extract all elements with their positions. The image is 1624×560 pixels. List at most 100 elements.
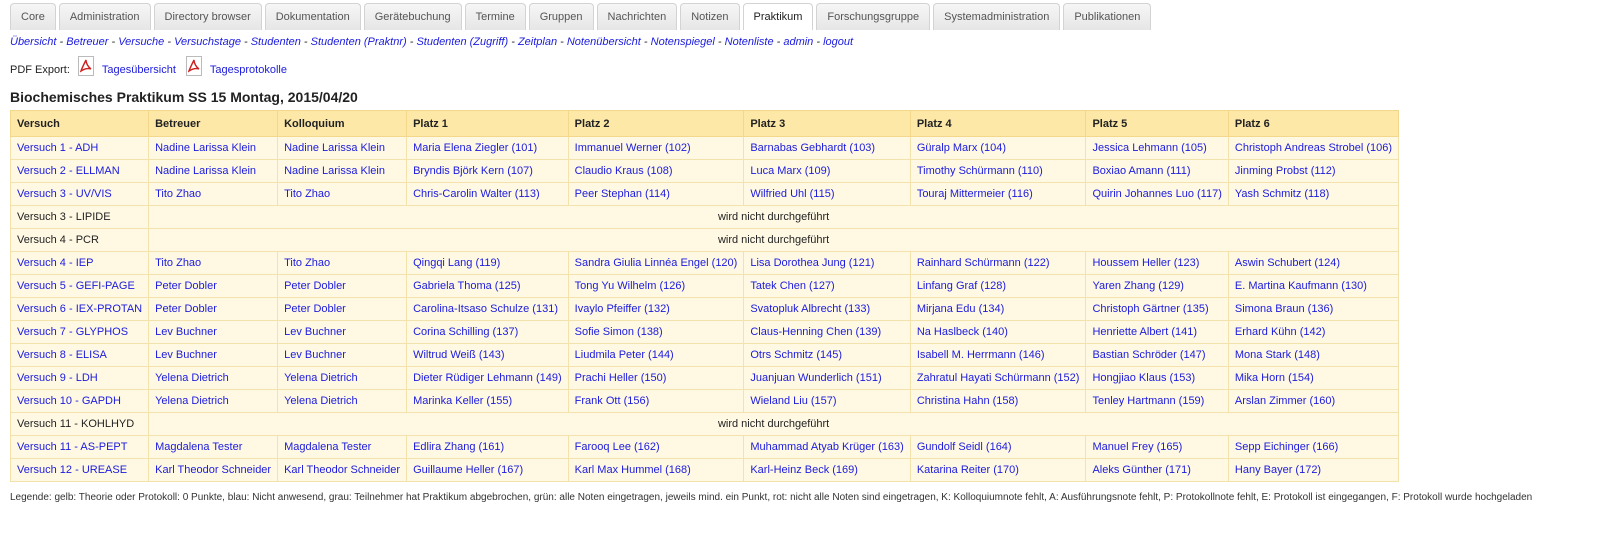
student-cell[interactable]: Marinka Keller (155) <box>406 389 569 413</box>
tab-termine[interactable]: Termine <box>464 3 526 30</box>
student-cell[interactable]: Tatek Chen (127) <box>743 274 911 298</box>
subnav-link[interactable]: Betreuer <box>66 36 108 48</box>
kolloquium-cell[interactable]: Tito Zhao <box>277 251 408 275</box>
student-cell[interactable]: Arslan Zimmer (160) <box>1227 389 1400 413</box>
betreuer-cell[interactable]: Nadine Larissa Klein <box>148 136 279 160</box>
student-cell[interactable]: Wilfried Uhl (115) <box>743 182 911 206</box>
subnav-link[interactable]: Notenspiegel <box>651 36 715 48</box>
kolloquium-cell[interactable]: Peter Dobler <box>277 297 408 321</box>
betreuer-cell[interactable]: Peter Dobler <box>148 274 279 298</box>
student-cell[interactable]: Karl Max Hummel (168) <box>567 458 745 482</box>
kolloquium-cell[interactable]: Lev Buchner <box>277 320 408 344</box>
student-cell[interactable]: Luca Marx (109) <box>743 159 911 183</box>
betreuer-cell[interactable]: Karl Theodor Schneider <box>148 458 279 482</box>
tab-nachrichten[interactable]: Nachrichten <box>596 3 678 30</box>
tab-gerätebuchung[interactable]: Gerätebuchung <box>363 3 462 30</box>
student-cell[interactable]: Carolina-Itsaso Schulze (131) <box>406 297 569 321</box>
versuch-cell[interactable]: Versuch 12 - UREASE <box>9 458 150 482</box>
betreuer-cell[interactable]: Nadine Larissa Klein <box>148 159 279 183</box>
betreuer-cell[interactable]: Yelena Dietrich <box>148 389 279 413</box>
student-cell[interactable]: Christina Hahn (158) <box>909 389 1087 413</box>
student-cell[interactable]: Liudmila Peter (144) <box>567 343 745 367</box>
student-cell[interactable]: Otrs Schmitz (145) <box>743 343 911 367</box>
betreuer-cell[interactable]: Yelena Dietrich <box>148 366 279 390</box>
student-cell[interactable]: Erhard Kühn (142) <box>1227 320 1400 344</box>
kolloquium-cell[interactable]: Yelena Dietrich <box>277 389 408 413</box>
student-cell[interactable]: Wieland Liu (157) <box>743 389 911 413</box>
tab-publikationen[interactable]: Publikationen <box>1063 3 1152 30</box>
kolloquium-cell[interactable]: Peter Dobler <box>277 274 408 298</box>
student-cell[interactable]: Sandra Giulia Linnéa Engel (120) <box>567 251 745 275</box>
student-cell[interactable]: Dieter Rüdiger Lehmann (149) <box>406 366 569 390</box>
student-cell[interactable]: Tong Yu Wilhelm (126) <box>567 274 745 298</box>
student-cell[interactable]: Na Haslbeck (140) <box>909 320 1087 344</box>
student-cell[interactable]: Muhammad Atyab Krüger (163) <box>743 435 911 459</box>
betreuer-cell[interactable]: Tito Zhao <box>148 182 279 206</box>
kolloquium-cell[interactable]: Lev Buchner <box>277 343 408 367</box>
student-cell[interactable]: Karl-Heinz Beck (169) <box>743 458 911 482</box>
tab-dokumentation[interactable]: Dokumentation <box>264 3 361 30</box>
student-cell[interactable]: Quirin Johannes Luo (117) <box>1085 182 1229 206</box>
student-cell[interactable]: Yaren Zhang (129) <box>1085 274 1229 298</box>
subnav-link[interactable]: logout <box>823 36 853 48</box>
student-cell[interactable]: Bastian Schröder (147) <box>1085 343 1229 367</box>
student-cell[interactable]: Juanjuan Wunderlich (151) <box>743 366 911 390</box>
kolloquium-cell[interactable]: Karl Theodor Schneider <box>277 458 408 482</box>
pdf-export-link[interactable]: Tagesprotokolle <box>210 64 287 76</box>
subnav-link[interactable]: Zeitplan <box>518 36 557 48</box>
pdf-file-icon[interactable] <box>77 56 94 76</box>
student-cell[interactable]: Mika Horn (154) <box>1227 366 1400 390</box>
versuch-cell[interactable]: Versuch 1 - ADH <box>9 136 150 160</box>
versuch-cell[interactable]: Versuch 11 - AS-PEPT <box>9 435 150 459</box>
student-cell[interactable]: Zahratul Hayati Schürmann (152) <box>909 366 1087 390</box>
kolloquium-cell[interactable]: Magdalena Tester <box>277 435 408 459</box>
student-cell[interactable]: Güralp Marx (104) <box>909 136 1087 160</box>
tab-forschungsgruppe[interactable]: Forschungsgruppe <box>816 3 931 30</box>
student-cell[interactable]: Barnabas Gebhardt (103) <box>743 136 911 160</box>
versuch-cell[interactable]: Versuch 5 - GEFI-PAGE <box>9 274 150 298</box>
kolloquium-cell[interactable]: Yelena Dietrich <box>277 366 408 390</box>
subnav-link[interactable]: Studenten <box>251 36 301 48</box>
student-cell[interactable]: Linfang Graf (128) <box>909 274 1087 298</box>
versuch-cell[interactable]: Versuch 10 - GAPDH <box>9 389 150 413</box>
student-cell[interactable]: Farooq Lee (162) <box>567 435 745 459</box>
student-cell[interactable]: Sofie Simon (138) <box>567 320 745 344</box>
student-cell[interactable]: Henriette Albert (141) <box>1085 320 1229 344</box>
versuch-cell[interactable]: Versuch 9 - LDH <box>9 366 150 390</box>
student-cell[interactable]: Maria Elena Ziegler (101) <box>406 136 569 160</box>
student-cell[interactable]: Prachi Heller (150) <box>567 366 745 390</box>
student-cell[interactable]: Tenley Hartmann (159) <box>1085 389 1229 413</box>
student-cell[interactable]: Touraj Mittermeier (116) <box>909 182 1087 206</box>
tab-core[interactable]: Core <box>10 3 56 30</box>
student-cell[interactable]: Guillaume Heller (167) <box>406 458 569 482</box>
student-cell[interactable]: Mirjana Edu (134) <box>909 297 1087 321</box>
betreuer-cell[interactable]: Tito Zhao <box>148 251 279 275</box>
student-cell[interactable]: Edlira Zhang (161) <box>406 435 569 459</box>
student-cell[interactable]: Wiltrud Weiß (143) <box>406 343 569 367</box>
versuch-cell[interactable]: Versuch 6 - IEX-PROTAN <box>9 297 150 321</box>
versuch-cell[interactable]: Versuch 3 - UV/VIS <box>9 182 150 206</box>
student-cell[interactable]: Lisa Dorothea Jung (121) <box>743 251 911 275</box>
student-cell[interactable]: Aleks Günther (171) <box>1085 458 1229 482</box>
student-cell[interactable]: Peer Stephan (114) <box>567 182 745 206</box>
student-cell[interactable]: Mona Stark (148) <box>1227 343 1400 367</box>
student-cell[interactable]: Corina Schilling (137) <box>406 320 569 344</box>
student-cell[interactable]: Bryndis Björk Kern (107) <box>406 159 569 183</box>
betreuer-cell[interactable]: Lev Buchner <box>148 320 279 344</box>
versuch-cell[interactable]: Versuch 2 - ELLMAN <box>9 159 150 183</box>
student-cell[interactable]: Frank Ott (156) <box>567 389 745 413</box>
pdf-export-link[interactable]: Tagesübersicht <box>102 64 176 76</box>
student-cell[interactable]: Manuel Frey (165) <box>1085 435 1229 459</box>
student-cell[interactable]: Isabell M. Herrmann (146) <box>909 343 1087 367</box>
kolloquium-cell[interactable]: Tito Zhao <box>277 182 408 206</box>
subnav-link[interactable]: Studenten (Praktnr) <box>311 36 407 48</box>
student-cell[interactable]: Jinming Probst (112) <box>1227 159 1400 183</box>
student-cell[interactable]: Gundolf Seidl (164) <box>909 435 1087 459</box>
subnav-link[interactable]: admin <box>783 36 813 48</box>
student-cell[interactable]: Svatopluk Albrecht (133) <box>743 297 911 321</box>
student-cell[interactable]: Chris-Carolin Walter (113) <box>406 182 569 206</box>
student-cell[interactable]: Aswin Schubert (124) <box>1227 251 1400 275</box>
student-cell[interactable]: Ivaylo Pfeiffer (132) <box>567 297 745 321</box>
student-cell[interactable]: Jessica Lehmann (105) <box>1085 136 1229 160</box>
tab-gruppen[interactable]: Gruppen <box>528 3 594 30</box>
